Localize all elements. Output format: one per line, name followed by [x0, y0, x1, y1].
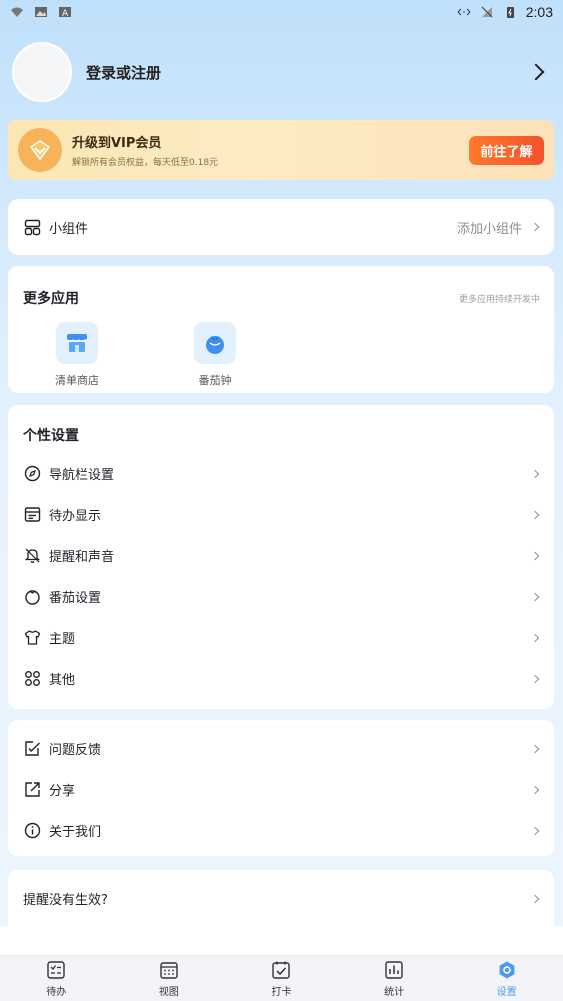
tomato-outline-icon	[23, 588, 41, 606]
tab-todo-label: 待办	[46, 986, 67, 998]
chevron-right-icon	[530, 785, 540, 794]
settings-icon	[499, 961, 515, 978]
feedback-row[interactable]: 问题反馈	[8, 728, 554, 769]
info-icon	[23, 822, 41, 840]
app-tomato[interactable]: 番茄钟	[146, 322, 284, 388]
vip-title: 升级到VIP会员	[72, 136, 162, 151]
tab-stats-label: 统计	[384, 986, 405, 998]
svg-text:A: A	[62, 9, 69, 18]
tab-checkin[interactable]: 打卡	[225, 956, 338, 1001]
tomato-settings-row[interactable]: 番茄设置	[8, 576, 554, 617]
other-row[interactable]: 其他	[8, 658, 554, 699]
chevron-right-icon	[530, 674, 540, 683]
status-bar: A 2:03	[0, 0, 563, 24]
reminder-sound-label: 提醒和声音	[49, 550, 115, 565]
theme-row[interactable]: 主题	[8, 617, 554, 658]
theme-label: 主题	[49, 632, 76, 647]
stats-icon	[385, 960, 403, 979]
feedback-icon	[23, 740, 41, 758]
login-row[interactable]: 登录或注册	[12, 42, 552, 102]
app-store-label: 清单商店	[55, 374, 99, 387]
personal-settings-card: 个性设置 导航栏设置 待办显示 提醒和声音 番茄设置 主题 其他	[8, 405, 554, 709]
reminder-sound-row[interactable]: 提醒和声音	[8, 535, 554, 576]
nav-bar-settings-label: 导航栏设置	[49, 468, 115, 483]
support-card: 问题反馈 分享 关于我们	[8, 720, 554, 856]
avatar[interactable]	[12, 42, 72, 102]
more-apps-title: 更多应用	[23, 291, 79, 307]
tomato-settings-label: 番茄设置	[49, 591, 102, 606]
todo-display-row[interactable]: 待办显示	[8, 494, 554, 535]
tomato-icon	[194, 322, 236, 364]
bottom-nav: 待办 视图 打卡 统计 设置	[0, 955, 563, 1001]
widget-row[interactable]: 小组件 添加小组件	[8, 199, 554, 255]
tab-view[interactable]: 视图	[113, 956, 226, 1001]
chevron-right-icon	[530, 894, 540, 903]
reminder-help-row[interactable]: 提醒没有生效?	[8, 870, 554, 927]
todo-icon	[47, 960, 65, 979]
chevron-right-icon	[530, 551, 540, 560]
reminder-help-card: 提醒没有生效?	[8, 870, 554, 927]
compass-icon	[23, 465, 41, 483]
todo-display-label: 待办显示	[49, 509, 102, 524]
chevron-right-icon	[530, 633, 540, 642]
tab-checkin-label: 打卡	[271, 986, 292, 998]
tab-view-label: 视图	[158, 986, 179, 998]
chevron-right-icon	[530, 592, 540, 601]
tshirt-icon	[23, 629, 41, 647]
chevron-right-icon	[530, 469, 540, 478]
widget-label: 小组件	[49, 221, 89, 237]
add-widget-link[interactable]: 添加小组件	[457, 218, 522, 237]
widget-icon	[23, 218, 41, 236]
reminder-help-label: 提醒没有生效?	[23, 893, 108, 908]
chevron-right-icon	[530, 826, 540, 835]
calendar-icon	[160, 961, 178, 979]
todo-display-icon	[23, 506, 41, 524]
nav-bar-settings-row[interactable]: 导航栏设置	[8, 453, 554, 494]
vip-learn-more-button[interactable]: 前往了解	[469, 135, 544, 165]
vip-subtitle: 解锁所有会员权益，每天低至0.18元	[72, 158, 219, 168]
data-transfer-icon	[457, 8, 471, 16]
other-label: 其他	[49, 673, 76, 688]
image-icon	[35, 7, 47, 17]
share-label: 分享	[49, 784, 76, 799]
widget-card: 小组件 添加小组件	[8, 199, 554, 255]
tab-settings-label: 设置	[496, 986, 517, 998]
about-us-row[interactable]: 关于我们	[8, 810, 554, 851]
share-row[interactable]: 分享	[8, 769, 554, 810]
chevron-right-icon	[530, 744, 540, 753]
tab-settings[interactable]: 设置	[450, 956, 563, 1001]
share-icon	[23, 781, 41, 799]
feedback-label: 问题反馈	[49, 743, 102, 758]
checkin-icon	[272, 961, 291, 979]
about-us-label: 关于我们	[49, 825, 102, 840]
app-store[interactable]: 清单商店	[8, 322, 146, 388]
tab-todo[interactable]: 待办	[0, 956, 113, 1001]
app-tomato-label: 番茄钟	[198, 374, 232, 387]
chevron-right-icon	[530, 510, 540, 519]
no-signal-icon	[481, 6, 493, 18]
chevron-right-icon	[527, 63, 545, 81]
bottom-spacer	[0, 926, 563, 955]
chevron-right-icon	[530, 222, 540, 232]
personal-settings-title: 个性设置	[23, 428, 79, 444]
bell-icon	[23, 547, 41, 565]
more-apps-card: 更多应用 更多应用持续开发中 清单商店 番茄钟	[8, 266, 554, 393]
grid-icon	[23, 670, 41, 688]
wifi-icon	[11, 7, 23, 17]
tab-stats[interactable]: 统计	[338, 956, 451, 1001]
battery-icon	[506, 7, 514, 18]
more-apps-hint: 更多应用持续开发中	[458, 294, 540, 305]
vip-banner[interactable]: 升级到VIP会员 解锁所有会员权益，每天低至0.18元 前往了解	[8, 120, 554, 180]
status-time: 2:03	[525, 4, 553, 20]
text-app-icon: A	[59, 7, 71, 18]
vip-badge-icon	[18, 128, 62, 172]
store-icon	[56, 322, 98, 364]
login-text[interactable]: 登录或注册	[86, 62, 530, 83]
